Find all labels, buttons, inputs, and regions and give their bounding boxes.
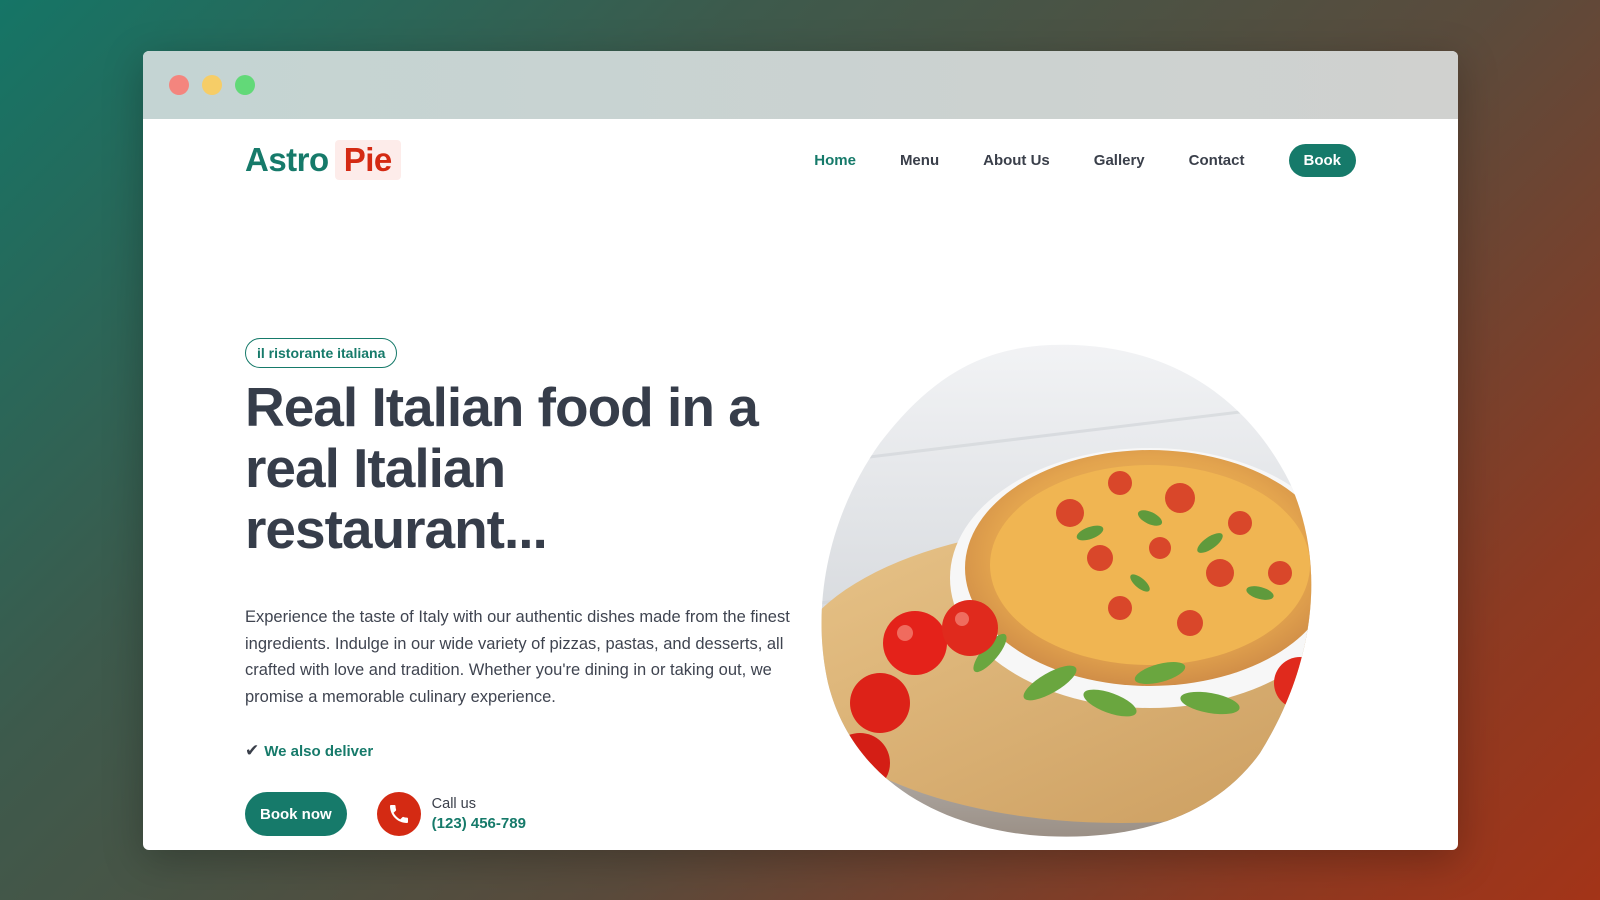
hero-actions: Book now Call us (123) 456-789 <box>245 792 526 836</box>
hero-headline: Real Italian food in a real Italian rest… <box>245 376 759 560</box>
delivery-text: We also deliver <box>264 742 374 760</box>
call-us-label: Call us <box>431 795 476 812</box>
pizza-hero-image <box>821 344 1312 837</box>
phone-icon <box>376 792 421 836</box>
window-titlebar <box>143 51 1458 119</box>
delivery-note: ✔ We also deliver <box>245 741 373 761</box>
book-now-button[interactable]: Book now <box>245 792 347 836</box>
checkmark-icon: ✔ <box>245 741 260 760</box>
browser-window: Astro Pie Home Menu About Us Gallery Con… <box>143 51 1458 850</box>
hero-description: Experience the taste of Italy with our a… <box>245 608 790 706</box>
top-navigation: Astro Pie Home Menu About Us Gallery Con… <box>245 139 1356 181</box>
maximize-window-button[interactable] <box>235 75 255 95</box>
nav-link-gallery[interactable]: Gallery <box>1094 152 1145 169</box>
nav-link-menu[interactable]: Menu <box>900 152 939 169</box>
hero-tag-badge: il ristorante italiana <box>245 338 398 368</box>
nav-link-contact[interactable]: Contact <box>1189 152 1245 169</box>
phone-number[interactable]: (123) 456-789 <box>432 814 526 834</box>
minimize-window-button[interactable] <box>202 75 222 95</box>
landing-page: Astro Pie Home Menu About Us Gallery Con… <box>143 119 1458 850</box>
call-us-link[interactable]: Call us (123) 456-789 <box>376 792 526 836</box>
site-logo[interactable]: Astro Pie <box>245 140 401 180</box>
nav-link-about-us[interactable]: About Us <box>983 152 1050 169</box>
call-details: Call us (123) 456-789 <box>432 795 526 834</box>
logo-text-pie: Pie <box>334 140 401 180</box>
nav-menu: Home Menu About Us Gallery Contact Book <box>770 143 1356 177</box>
close-window-button[interactable] <box>169 75 189 95</box>
logo-text-astro: Astro <box>245 141 329 178</box>
nav-book-button[interactable]: Book <box>1288 143 1356 177</box>
nav-link-home[interactable]: Home <box>814 152 856 169</box>
